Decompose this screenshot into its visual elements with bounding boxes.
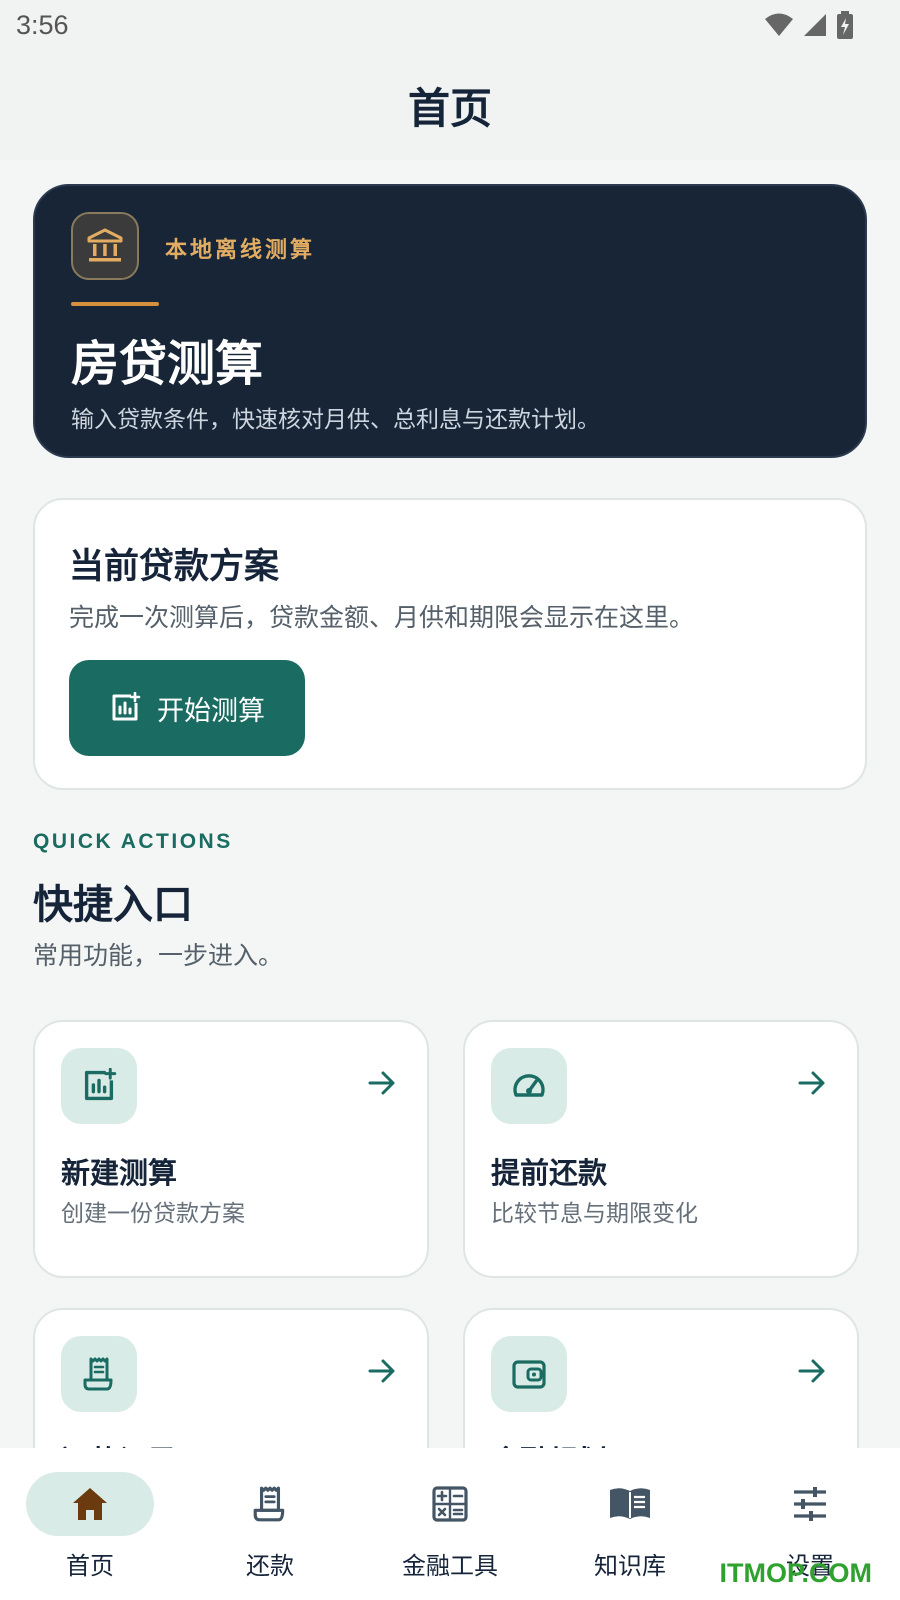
speedometer-icon <box>513 1074 545 1097</box>
quick-action-repayment-records[interactable]: 还款记录 <box>33 1308 429 1448</box>
arrow-right-icon <box>368 1071 395 1095</box>
status-bar: 3:56 <box>0 0 900 50</box>
nav-label: 首页 <box>66 1552 114 1580</box>
status-icons <box>764 11 854 39</box>
home-icon <box>73 1488 107 1520</box>
hero-divider <box>71 302 159 306</box>
receipt-icon <box>253 1486 285 1522</box>
quick-action-new-calculation[interactable]: 新建测算 创建一份贷款方案 <box>33 1020 429 1278</box>
wifi-icon <box>765 13 793 36</box>
plan-description: 完成一次测算后，贷款金额、月供和期限会显示在这里。 <box>69 603 695 632</box>
chart-add-icon <box>84 1068 117 1101</box>
nav-icon-wrap <box>386 1472 514 1536</box>
qa-icon-wrap <box>491 1048 567 1124</box>
status-time: 3:56 <box>16 9 69 40</box>
calculator-icon <box>432 1486 468 1522</box>
nav-icon-wrap <box>566 1472 694 1536</box>
quick-actions-title: 快捷入口 <box>33 882 193 928</box>
hero-tag: 本地离线测算 <box>165 238 316 263</box>
nav-icon-wrap <box>746 1472 874 1536</box>
qa-title: 提前还款 <box>491 1156 608 1190</box>
signal-icon <box>804 14 826 36</box>
hero-title: 房贷测算 <box>71 336 264 392</box>
arrow-right-icon <box>368 1359 395 1383</box>
qa-title: 还款记录 <box>61 1438 177 1448</box>
current-plan-card: 当前贷款方案 完成一次测算后，贷款金额、月供和期限会显示在这里。 开始测算 <box>33 498 867 790</box>
nav-icon-wrap <box>206 1472 334 1536</box>
start-calculation-label: 开始测算 <box>157 695 265 727</box>
hero-card: 本地离线测算 房贷测算 输入贷款条件，快速核对月供、总利息与还款计划。 <box>33 184 867 458</box>
bank-icon <box>87 228 123 262</box>
chart-add-icon <box>112 692 141 721</box>
nav-label: 还款 <box>246 1552 294 1580</box>
qa-subtitle: 比较节息与期限变化 <box>491 1201 698 1227</box>
nav-label: 金融工具 <box>402 1552 498 1580</box>
nav-active-indicator <box>26 1472 154 1536</box>
scroll-content[interactable]: 本地离线测算 房贷测算 输入贷款条件，快速核对月供、总利息与还款计划。 当前贷款… <box>0 160 900 1448</box>
hero-subtitle: 输入贷款条件，快速核对月供、总利息与还款计划。 <box>71 407 600 433</box>
qa-title: 金融规划 <box>491 1438 607 1448</box>
start-calculation-button[interactable]: 开始测算 <box>69 660 305 756</box>
nav-item-repayment[interactable]: 还款 <box>180 1448 360 1600</box>
plan-title: 当前贷款方案 <box>69 547 280 587</box>
qa-title: 新建测算 <box>61 1156 178 1190</box>
quick-actions-subtitle: 常用功能，一步进入。 <box>33 941 284 970</box>
quick-action-financial-planning[interactable]: 金融规划 <box>463 1308 859 1448</box>
book-icon <box>610 1488 650 1519</box>
battery-icon <box>837 11 853 39</box>
arrow-right-icon <box>798 1359 825 1383</box>
qa-subtitle: 创建一份贷款方案 <box>61 1201 245 1227</box>
page-title: 首页 <box>407 83 492 133</box>
receipt-icon <box>83 1357 113 1391</box>
section-eyebrow: QUICK ACTIONS <box>33 830 233 853</box>
arrow-right-icon <box>798 1071 825 1095</box>
qa-icon-wrap <box>61 1048 137 1124</box>
quick-action-prepayment[interactable]: 提前还款 比较节息与期限变化 <box>463 1020 859 1278</box>
nav-item-financial-tools[interactable]: 金融工具 <box>360 1448 540 1600</box>
wallet-icon <box>512 1360 546 1389</box>
nav-label: 知识库 <box>594 1552 666 1580</box>
sliders-icon <box>794 1487 826 1521</box>
nav-item-knowledge[interactable]: 知识库 <box>540 1448 720 1600</box>
nav-item-home[interactable]: 首页 <box>0 1448 180 1600</box>
qa-icon-wrap <box>491 1336 567 1412</box>
hero-badge <box>71 212 139 280</box>
watermark: ITMOP.COM <box>719 1558 872 1588</box>
app-bar: 首页 <box>0 50 900 160</box>
qa-icon-wrap <box>61 1336 137 1412</box>
